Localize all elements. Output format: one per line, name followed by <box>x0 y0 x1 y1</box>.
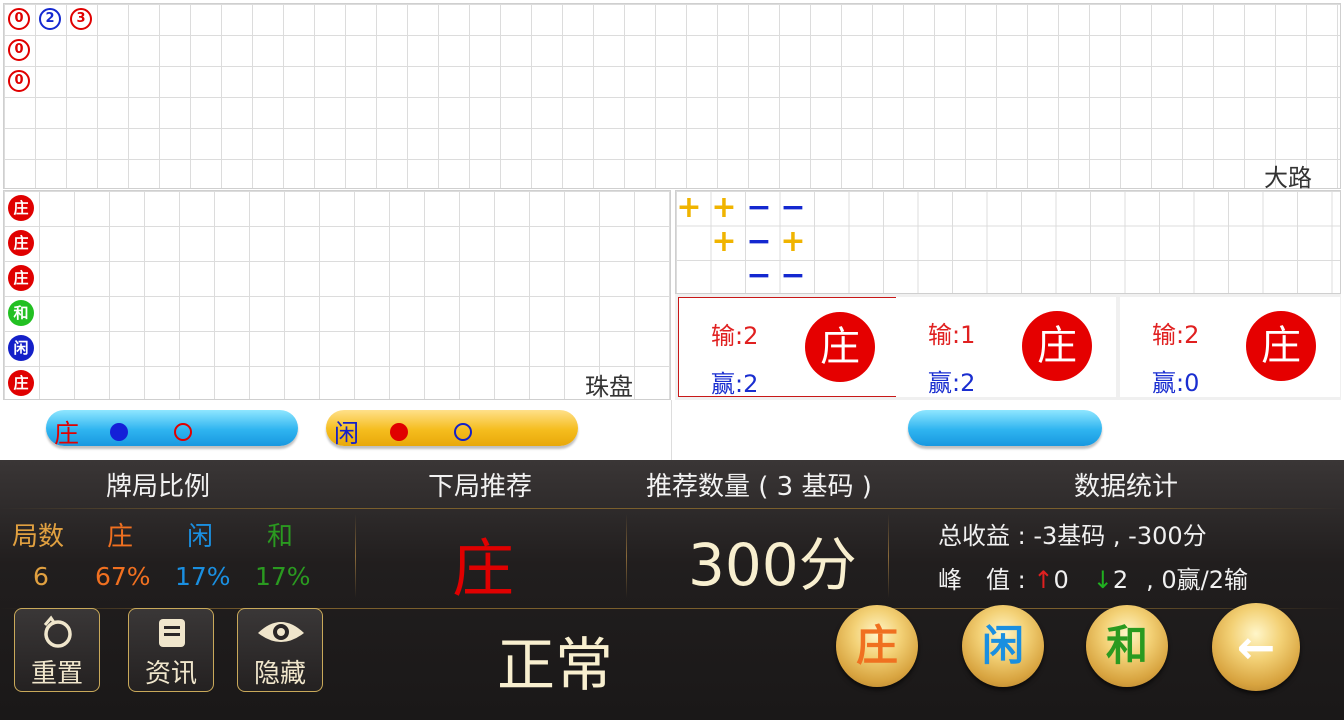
derived-mark-r2c3: − <box>746 224 772 259</box>
player-predict-label: 闲 <box>334 419 360 448</box>
qty-heading: 推荐数量 ( 3 基码 ) <box>646 472 872 502</box>
peak-down-arrow-icon: ↓ <box>1092 566 1113 594</box>
bead-1: 庄 <box>8 195 34 221</box>
card-1[interactable]: 输:2 赢:2 庄 <box>678 297 898 398</box>
banker-predict-solid-dot <box>110 423 128 441</box>
ratio-heading: 牌局比例 <box>106 472 211 502</box>
bet-banker-button[interactable]: 庄 <box>836 605 918 687</box>
separator-3 <box>888 514 889 598</box>
peak-label: 峰 值 : <box>938 566 1034 594</box>
derived-mark-r1c4: − <box>780 190 806 225</box>
card-3-lose: 输:2 <box>1152 321 1200 349</box>
derived-mark-r1c2: + <box>711 190 737 225</box>
next-heading: 下局推荐 <box>428 472 533 502</box>
info-label: 资讯 <box>144 659 197 689</box>
player-predict-pill[interactable]: 闲 <box>326 410 578 448</box>
info-icon <box>159 619 185 647</box>
big-road-count-4: 0 <box>8 39 30 61</box>
banker-predict-ring-dot <box>174 423 192 441</box>
bead-6: 庄 <box>8 370 34 396</box>
bead-plate-grid: 庄 庄 庄 和 闲 庄 珠盘 <box>3 190 671 401</box>
ratio-games-header: 局数 <box>12 522 65 552</box>
peak-row: 峰 值 : ↑0 ↓2 , 0赢/2输 <box>938 560 1248 595</box>
derived-mark-r1c1: + <box>676 190 702 225</box>
card-3-banker-badge: 庄 <box>1246 311 1316 381</box>
card-2-win: 赢:2 <box>928 369 976 397</box>
card-2-lose: 输:1 <box>928 321 976 349</box>
card-3-win: 赢:0 <box>1152 369 1200 397</box>
panel-divider-top <box>0 508 1344 509</box>
card-1-lose: 输:2 <box>711 322 759 350</box>
recommend-qty: 300分 <box>688 531 857 599</box>
derived-mark-r3c3: − <box>746 258 772 293</box>
bet-player-button[interactable]: 闲 <box>962 605 1044 687</box>
card-2[interactable]: 输:1 赢:2 庄 <box>896 297 1116 397</box>
banker-predict-label: 庄 <box>54 419 80 448</box>
derived-road-grid: + + − − + − + − − <box>675 190 1341 294</box>
next-recommend: 庄 <box>452 532 515 605</box>
reset-button[interactable]: 重置 <box>14 608 100 692</box>
bead-5: 闲 <box>8 335 34 361</box>
separator-2 <box>626 514 627 598</box>
big-road-label: 大路 <box>1264 164 1312 192</box>
card-2-banker-badge: 庄 <box>1022 311 1092 381</box>
ratio-tie-value: 17% <box>255 562 311 591</box>
bead-2: 庄 <box>8 230 34 256</box>
big-road-count-2: 2 <box>39 8 61 30</box>
ratio-player-header: 闲 <box>187 522 214 552</box>
control-panel: 牌局比例 下局推荐 推荐数量 ( 3 基码 ) 数据统计 局数 庄 闲 和 6 … <box>0 460 1344 720</box>
ratio-tie-header: 和 <box>267 522 294 552</box>
separator-1 <box>355 514 356 598</box>
big-road-grid: 0 2 3 0 0 大路 <box>3 3 1341 192</box>
card-1-win: 赢:2 <box>711 370 759 398</box>
ratio-banker-header: 庄 <box>107 522 134 552</box>
card-1-banker-badge: 庄 <box>805 312 875 382</box>
back-arrow-icon[interactable]: ← <box>1212 603 1300 691</box>
hide-label: 隐藏 <box>253 659 306 689</box>
derived-mark-r2c2: + <box>711 224 737 259</box>
big-road-count-1: 0 <box>8 8 30 30</box>
big-road-count-3: 3 <box>70 8 92 30</box>
empty-predict-pill[interactable] <box>908 410 1102 446</box>
eye-icon <box>258 622 304 642</box>
banker-predict-pill[interactable]: 庄 <box>46 410 298 448</box>
ratio-player-value: 17% <box>175 562 231 591</box>
reset-icon <box>43 615 72 648</box>
big-road-count-5: 0 <box>8 70 30 92</box>
player-predict-ring-dot <box>454 423 472 441</box>
bead-plate-label: 珠盘 <box>585 373 633 401</box>
bead-4: 和 <box>8 300 34 326</box>
derived-mark-r2c4: + <box>780 224 806 259</box>
status-text: 正常 <box>497 631 614 699</box>
peak-up-arrow-icon: ↑ <box>1033 566 1054 594</box>
ratio-games-value: 6 <box>33 562 49 591</box>
stats-heading: 数据统计 <box>1074 472 1179 502</box>
ratio-banker-value: 67% <box>95 562 151 591</box>
hide-button[interactable]: 隐藏 <box>237 608 323 692</box>
bet-tie-button[interactable]: 和 <box>1086 605 1168 687</box>
player-predict-solid-dot <box>390 423 408 441</box>
bead-3: 庄 <box>8 265 34 291</box>
card-3[interactable]: 输:2 赢:0 庄 <box>1120 297 1340 397</box>
derived-mark-r3c4: − <box>780 258 806 293</box>
total-profit: 总收益 : -3基码 , -300分 <box>938 522 1207 550</box>
info-button[interactable]: 资讯 <box>128 608 214 692</box>
peak-rest: , 0赢/2输 <box>1146 566 1249 594</box>
peak-down-value: 2 <box>1112 566 1129 594</box>
derived-mark-r1c3: − <box>746 190 772 225</box>
peak-up-value: 0 <box>1053 566 1069 594</box>
reset-label: 重置 <box>30 659 83 689</box>
